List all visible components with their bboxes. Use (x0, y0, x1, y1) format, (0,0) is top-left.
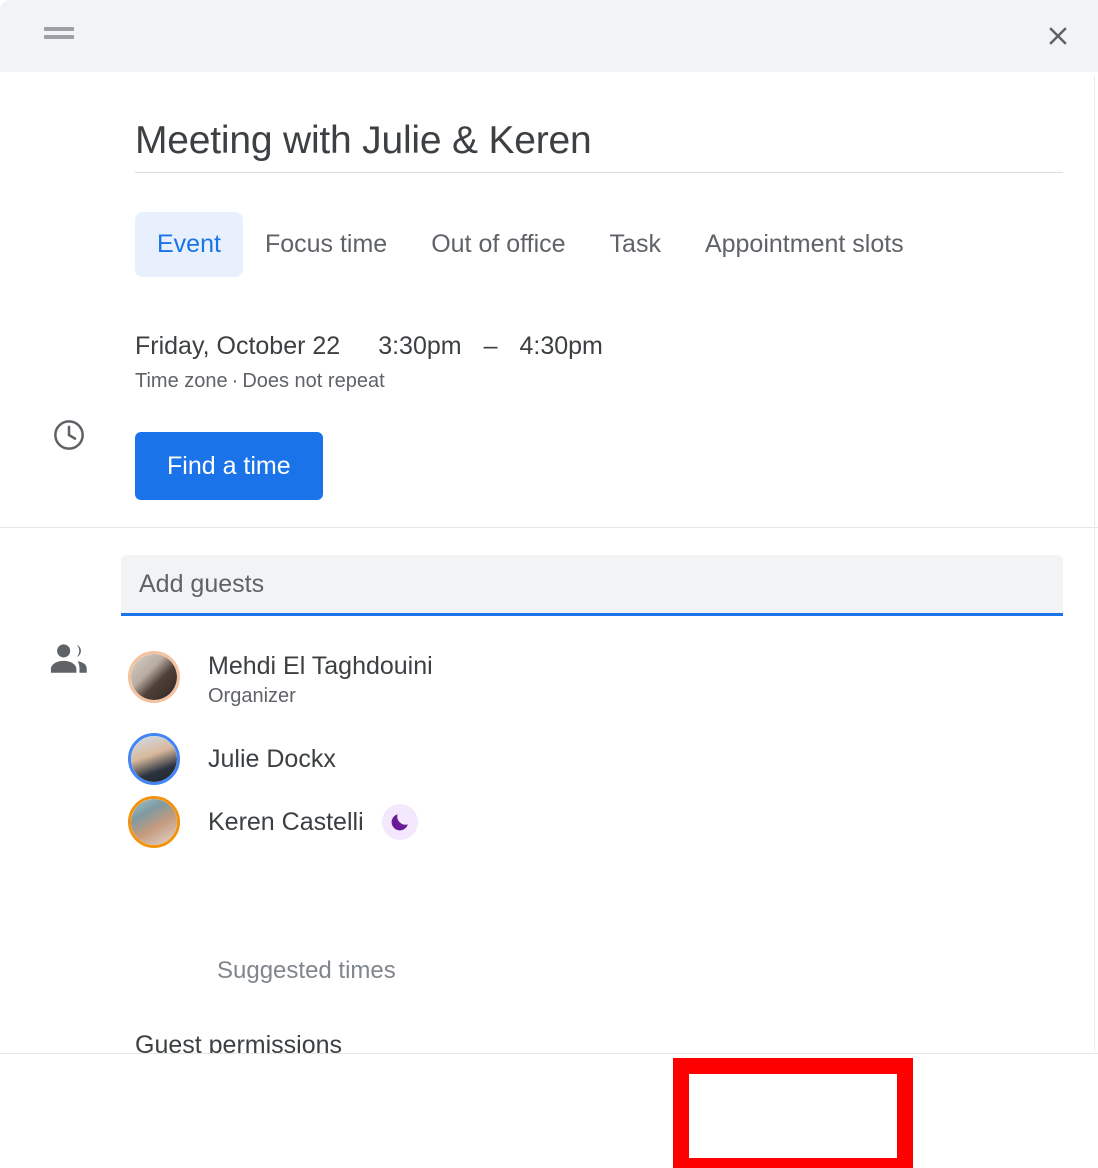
timezone-link[interactable]: Time zone (135, 370, 228, 392)
guest-role: Organizer (208, 685, 296, 707)
suggested-times-link[interactable]: Suggested times (217, 956, 396, 986)
tab-appointment-slots[interactable]: Appointment slots (683, 212, 926, 277)
input-focus-underline (121, 613, 1063, 616)
event-end-time[interactable]: 4:30pm (519, 330, 602, 362)
event-date[interactable]: Friday, October 22 (135, 330, 340, 362)
people-icon (48, 640, 92, 680)
event-creation-dialog: Meeting with Julie & Keren Event Focus t… (0, 0, 1098, 1168)
tab-task[interactable]: Task (588, 212, 683, 277)
avatar (128, 651, 180, 703)
time-range-dash: – (483, 332, 498, 360)
guest-name: Mehdi El Taghdouini (208, 652, 433, 680)
meta-separator: · (231, 370, 239, 392)
time-meta-row: Time zone · Does not repeat (135, 368, 385, 394)
avatar (128, 732, 180, 785)
find-a-time-button[interactable]: Find a time (135, 432, 323, 500)
title-underline (135, 172, 1063, 173)
guest-info: Mehdi El Taghdouini Organizer (208, 651, 433, 709)
event-time-row: Friday, October 22 3:30pm – 4:30pm (135, 330, 603, 362)
avatar (128, 795, 180, 848)
guest-info: Keren Castelli (208, 803, 418, 840)
dialog-body: Meeting with Julie & Keren Event Focus t… (0, 72, 1098, 1091)
drag-handle-bar (44, 27, 74, 31)
avatar-image (131, 798, 177, 845)
clock-icon (51, 417, 87, 453)
drag-handle-bar (44, 35, 74, 39)
event-start-time[interactable]: 3:30pm (378, 330, 461, 362)
event-title-input[interactable]: Meeting with Julie & Keren (135, 116, 1063, 166)
guest-list-item[interactable]: Julie Dockx (128, 727, 1028, 790)
tab-out-of-office[interactable]: Out of office (409, 212, 587, 277)
guest-list: Mehdi El Taghdouini Organizer Julie Dock… (128, 647, 1028, 853)
avatar-image (131, 654, 177, 700)
repeat-link[interactable]: Does not repeat (242, 370, 384, 392)
guest-info: Julie Dockx (208, 744, 336, 774)
drag-handle[interactable] (44, 27, 74, 43)
guest-name: Julie Dockx (208, 744, 336, 773)
moon-icon (381, 803, 418, 840)
avatar-image (131, 735, 177, 782)
tab-event[interactable]: Event (135, 212, 243, 277)
dialog-footer: More options Save (0, 1053, 1098, 1168)
add-guests-input[interactable] (121, 555, 1063, 613)
guest-list-item[interactable]: Mehdi El Taghdouini Organizer (128, 647, 1028, 727)
title-section: Meeting with Julie & Keren (135, 116, 1063, 173)
close-icon (1043, 21, 1073, 51)
guest-list-item[interactable]: Keren Castelli (128, 790, 1028, 853)
dialog-right-edge (1094, 76, 1095, 1051)
tab-focus-time[interactable]: Focus time (243, 212, 409, 277)
add-guests-field (121, 555, 1063, 616)
dialog-header (0, 0, 1098, 72)
guest-name: Keren Castelli (208, 807, 364, 836)
event-type-tabs: Event Focus time Out of office Task Appo… (135, 212, 926, 277)
section-divider (0, 527, 1098, 528)
close-button[interactable] (1034, 12, 1082, 60)
